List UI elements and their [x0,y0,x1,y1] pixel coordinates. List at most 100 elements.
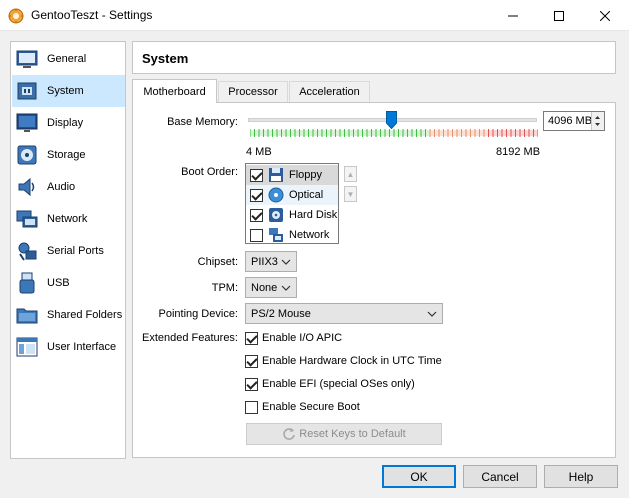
pointing-device-value: PS/2 Mouse [251,307,311,320]
optical-disc-icon [268,187,284,203]
chipset-label: Chipset: [197,256,238,268]
boot-item-network[interactable]: Network [246,225,338,245]
storage-disk-icon [17,145,37,165]
boot-item-floppy[interactable]: Floppy [246,165,338,185]
efi-option[interactable]: Enable EFI (special OSes only) [245,375,415,393]
network-boot-icon [269,228,283,242]
pointing-device-label: Pointing Device: [158,308,239,320]
motherboard-tab-panel [132,102,616,458]
sidebar-item-system[interactable]: System [12,75,125,107]
window-title: GentooTeszt - Settings [31,8,153,22]
display-monitor-icon [16,113,38,132]
hard-disk-icon [269,208,283,222]
sidebar-item-display[interactable]: Display [12,107,125,139]
sidebar-item-label: Network [47,213,88,225]
maximize-button[interactable] [536,0,582,31]
io-apic-option[interactable]: Enable I/O APIC [245,329,342,347]
minimize-icon [508,15,518,16]
sidebar-item-label: General [47,53,87,65]
tab-processor[interactable]: Processor [218,81,288,102]
efi-label: Enable EFI (special OSes only) [262,378,415,390]
help-button[interactable]: Help [544,465,618,488]
boot-item-label: Hard Disk [289,209,338,221]
sidebar-item-storage[interactable]: Storage [12,139,125,171]
spin-up-down-icon [595,116,600,126]
reset-keys-label: Reset Keys to Default [299,428,406,440]
base-memory-label: Base Memory: [167,116,238,128]
tab-label: Motherboard [143,85,206,98]
base-memory-spin-buttons[interactable] [591,112,604,130]
boot-item-label: Network [289,229,330,241]
tpm-select[interactable]: None [245,277,297,298]
boot-move-down-button[interactable]: ▼ [344,186,357,202]
chipset-value: PIIX3 [251,255,278,268]
serial-port-icon [18,242,37,261]
secure-boot-checkbox[interactable] [245,400,258,414]
boot-network-checkbox[interactable] [250,228,263,242]
page-header: System [132,41,616,74]
boot-item-label: Optical [289,189,324,201]
floppy-disk-icon [269,168,283,182]
sidebar-item-shared-folders[interactable]: Shared Folders [12,299,125,331]
sidebar-item-network[interactable]: Network [12,203,125,235]
usb-icon [19,272,35,294]
tpm-label: TPM: [211,282,238,294]
base-memory-slider-handle[interactable] [386,111,397,129]
shared-folder-icon [16,308,38,324]
utc-clock-checkbox[interactable] [245,354,258,368]
cancel-label: Cancel [481,469,519,484]
close-icon [600,10,610,21]
sidebar-item-general[interactable]: General [12,43,125,75]
tab-label: Processor [228,86,278,98]
chevron-down-icon [427,311,437,317]
chipset-select[interactable]: PIIX3 [245,251,297,272]
tab-label: Acceleration [299,86,360,98]
boot-hard-disk-checkbox[interactable] [250,208,263,222]
ok-button[interactable]: OK [382,465,456,488]
base-memory-spinbox[interactable]: 4096 MB [543,111,605,131]
title-bar: GentooTeszt - Settings [0,0,629,31]
sidebar-item-usb[interactable]: USB [12,267,125,299]
close-button[interactable] [582,0,628,31]
boot-floppy-checkbox[interactable] [250,168,263,182]
sidebar-item-label: Storage [47,149,86,161]
cancel-button[interactable]: Cancel [463,465,537,488]
boot-item-hard-disk[interactable]: Hard Disk [246,205,338,225]
minimize-button[interactable] [490,0,536,31]
sidebar-item-label: User Interface [47,341,117,353]
reset-refresh-icon [283,428,296,440]
boot-move-up-button[interactable]: ▲ [344,166,357,182]
ok-label: OK [410,469,428,484]
secure-boot-option[interactable]: Enable Secure Boot [245,398,360,416]
base-memory-value: 4096 MB [548,115,593,127]
pointing-device-select[interactable]: PS/2 Mouse [245,303,443,324]
reset-keys-button[interactable]: Reset Keys to Default [246,423,442,445]
boot-item-optical[interactable]: Optical [246,185,338,205]
extended-features-label: Extended Features: [141,332,238,344]
base-memory-min-label: 4 MB [246,146,272,158]
sidebar-item-user-interface[interactable]: User Interface [12,331,125,363]
virtualbox-app-icon [8,8,24,24]
move-down-icon: ▼ [346,189,355,199]
utc-clock-option[interactable]: Enable Hardware Clock in UTC Time [245,352,442,370]
sidebar-item-label: Serial Ports [47,245,104,257]
utc-clock-label: Enable Hardware Clock in UTC Time [262,355,442,367]
general-icon [16,50,38,68]
boot-optical-checkbox[interactable] [250,188,263,202]
boot-item-label: Floppy [289,169,323,181]
sidebar-item-label: System [47,85,84,97]
tab-acceleration[interactable]: Acceleration [289,81,370,102]
boot-order-list[interactable]: Floppy Optical Hard Disk Network [245,163,339,244]
system-chip-icon [17,82,37,100]
boot-order-label: Boot Order: [181,166,238,178]
io-apic-checkbox[interactable] [245,331,258,345]
settings-sidebar: General System Display Storage Audio Net… [10,41,126,459]
sidebar-item-audio[interactable]: Audio [12,171,125,203]
sidebar-item-label: USB [47,277,70,289]
efi-checkbox[interactable] [245,377,258,391]
base-memory-scale [250,129,538,137]
tab-motherboard[interactable]: Motherboard [132,79,217,103]
maximize-icon [554,10,564,21]
sidebar-item-serial-ports[interactable]: Serial Ports [12,235,125,267]
user-interface-icon [16,337,38,357]
